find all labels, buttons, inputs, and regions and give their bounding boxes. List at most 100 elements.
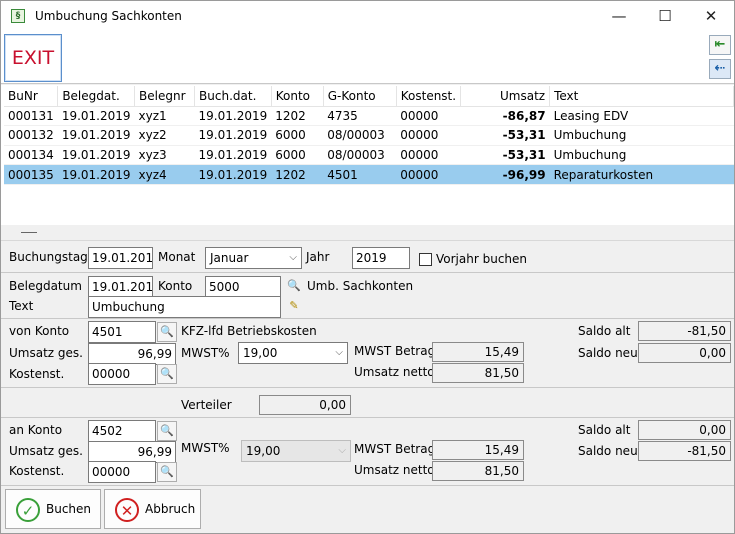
exit-button[interactable]: EXIT — [4, 34, 62, 82]
cell: 6000 — [271, 145, 324, 166]
von-konto-field[interactable]: 4501 — [88, 321, 156, 343]
text-field[interactable]: Umbuchung — [88, 296, 281, 318]
monat-select[interactable]: Januar ⌵ — [205, 247, 302, 269]
buchungstag-field[interactable]: 19.01.2019 — [88, 247, 153, 269]
text-lookup-icon[interactable]: ✎ — [284, 297, 304, 317]
cell: 19.01.2019 — [57, 164, 135, 185]
minimize-button[interactable]: — — [596, 1, 642, 32]
cell: 4735 — [323, 106, 397, 127]
von-konto-search-icon[interactable]: 🔍 — [157, 322, 177, 342]
abbruch-button[interactable]: ✕ Abbruch — [104, 489, 201, 529]
konto-name: Umb. Sachkonten — [307, 279, 414, 293]
col-header-buchdat[interactable]: Buch.dat. — [194, 86, 272, 107]
konto-field[interactable]: 5000 — [205, 276, 281, 298]
table-row[interactable]: 000132 19.01.2019 xyz2 19.01.2019 6000 08/000… — [4, 125, 734, 146]
cell: Reparaturkosten — [549, 164, 734, 185]
abbruch-label: Abbruch — [145, 502, 196, 516]
an-umsatz-netto-label: Umsatz netto — [354, 463, 435, 477]
cell: 19.01.2019 — [194, 125, 272, 146]
col-header-konto[interactable]: Konto — [271, 86, 324, 107]
table-row-selected[interactable]: 000135 19.01.2019 xyz4 19.01.2019 1202 4501 00… — [4, 164, 734, 185]
cell: 6000 — [271, 125, 324, 146]
cell: 19.01.2019 — [57, 145, 135, 166]
an-konto-search-icon[interactable]: 🔍 — [157, 421, 177, 441]
vorjahr-checkbox[interactable] — [419, 253, 432, 266]
jahr-label: Jahr — [306, 250, 330, 264]
arrow-left-icon[interactable]: ⇤ — [709, 35, 731, 55]
von-mwst-value: 19,00 — [243, 346, 278, 360]
von-saldo-neu-label: Saldo neu — [578, 346, 638, 360]
cell: 08/00003 — [323, 125, 397, 146]
an-kostenst-field[interactable]: 00000 — [88, 461, 156, 483]
cell: -53,31 — [460, 125, 550, 146]
divider — [1, 417, 734, 418]
an-mwst-betrag-label: MWST Betrag — [354, 442, 436, 456]
chevron-down-icon: ⌵ — [335, 347, 343, 358]
von-saldo-alt: -81,50 — [638, 321, 731, 341]
belegdatum-label: Belegdatum — [9, 279, 82, 293]
von-umsatz-netto: 81,50 — [432, 363, 524, 383]
close-button[interactable]: ✕ — [688, 1, 734, 32]
cell: 00000 — [396, 125, 461, 146]
chevron-down-icon: ⌵ — [338, 445, 346, 456]
an-kostenst-label: Kostenst. — [9, 464, 65, 478]
von-mwst-select[interactable]: 19,00 ⌵ — [238, 342, 348, 364]
von-umsatz-label: Umsatz ges. — [9, 346, 83, 360]
col-header-belegdat[interactable]: Belegdat. — [57, 86, 136, 107]
von-kostenst-field[interactable]: 00000 — [88, 363, 156, 385]
cell: 00000 — [396, 106, 461, 127]
monat-value: Januar — [210, 251, 249, 265]
jahr-field[interactable]: 2019 — [352, 247, 410, 269]
bookings-table: BuNr Belegdat. Belegnr Buch.dat. Konto G… — [4, 86, 734, 185]
von-umsatz-field[interactable]: 96,99 — [88, 343, 176, 365]
an-saldo-neu-label: Saldo neu — [578, 444, 638, 458]
col-header-umsatz[interactable]: Umsatz — [460, 86, 551, 107]
divider — [1, 387, 734, 388]
col-header-text[interactable]: Text — [549, 86, 734, 107]
von-kostenst-search-icon[interactable]: 🔍 — [157, 364, 177, 384]
an-umsatz-label: Umsatz ges. — [9, 444, 83, 458]
cell: Umbuchung — [549, 125, 734, 146]
an-umsatz-netto: 81,50 — [432, 461, 524, 481]
col-header-gkonto[interactable]: G-Konto — [323, 86, 397, 107]
an-konto-field[interactable]: 4502 — [88, 420, 156, 442]
divider — [1, 272, 734, 273]
cell: -86,87 — [460, 106, 550, 127]
table-row[interactable]: 000134 19.01.2019 xyz3 19.01.2019 6000 08/000… — [4, 145, 734, 166]
von-mwst-betrag-label: MWST Betrag — [354, 344, 436, 358]
cell: 08/00003 — [323, 145, 397, 166]
an-umsatz-field[interactable]: 96,99 — [88, 441, 176, 463]
splitter[interactable] — [1, 225, 734, 241]
an-kostenst-search-icon[interactable]: 🔍 — [157, 462, 177, 482]
konto-search-icon[interactable]: 🔍 — [284, 277, 304, 297]
col-header-bunr[interactable]: BuNr — [4, 86, 59, 107]
table-header-row: BuNr Belegdat. Belegnr Buch.dat. Konto G… — [4, 86, 734, 107]
von-saldo-neu: 0,00 — [638, 343, 731, 363]
cell: 1202 — [271, 164, 324, 185]
col-header-belegnr[interactable]: Belegnr — [134, 86, 196, 107]
arrow-back-icon[interactable]: ⇠ — [709, 59, 731, 79]
an-mwst-select[interactable]: 19,00 ⌵ — [241, 440, 351, 462]
an-konto-label: an Konto — [9, 423, 63, 437]
buchen-button[interactable]: ✓ Buchen — [5, 489, 101, 529]
toolbar: EXIT ⇤ ⇠ — [1, 32, 734, 84]
an-mwst-value: 19,00 — [246, 444, 281, 458]
verteiler-value: 0,00 — [259, 395, 351, 415]
col-header-kostenst[interactable]: Kostenst. — [396, 86, 462, 107]
x-icon: ✕ — [115, 498, 139, 522]
cell: 000131 — [4, 106, 58, 127]
maximize-button[interactable]: ☐ — [642, 1, 688, 32]
check-icon: ✓ — [16, 498, 40, 522]
text-label: Text — [9, 299, 34, 313]
window: § Umbuchung Sachkonten — ☐ ✕ EXIT ⇤ ⇠ Bu… — [0, 0, 735, 534]
vorjahr-label: Vorjahr buchen — [436, 252, 528, 266]
table-row[interactable]: 000131 19.01.2019 xyz1 19.01.2019 1202 4735 00… — [4, 106, 734, 127]
an-mwst-betrag: 15,49 — [432, 440, 524, 460]
konto-label: Konto — [158, 279, 193, 293]
von-kostenst-label: Kostenst. — [9, 367, 65, 381]
cell: Leasing EDV — [549, 106, 734, 127]
cell: -53,31 — [460, 145, 550, 166]
cell: -96,99 — [460, 164, 550, 185]
splitter-grip[interactable] — [21, 232, 37, 233]
belegdatum-field[interactable]: 19.01.2019 — [88, 276, 153, 298]
